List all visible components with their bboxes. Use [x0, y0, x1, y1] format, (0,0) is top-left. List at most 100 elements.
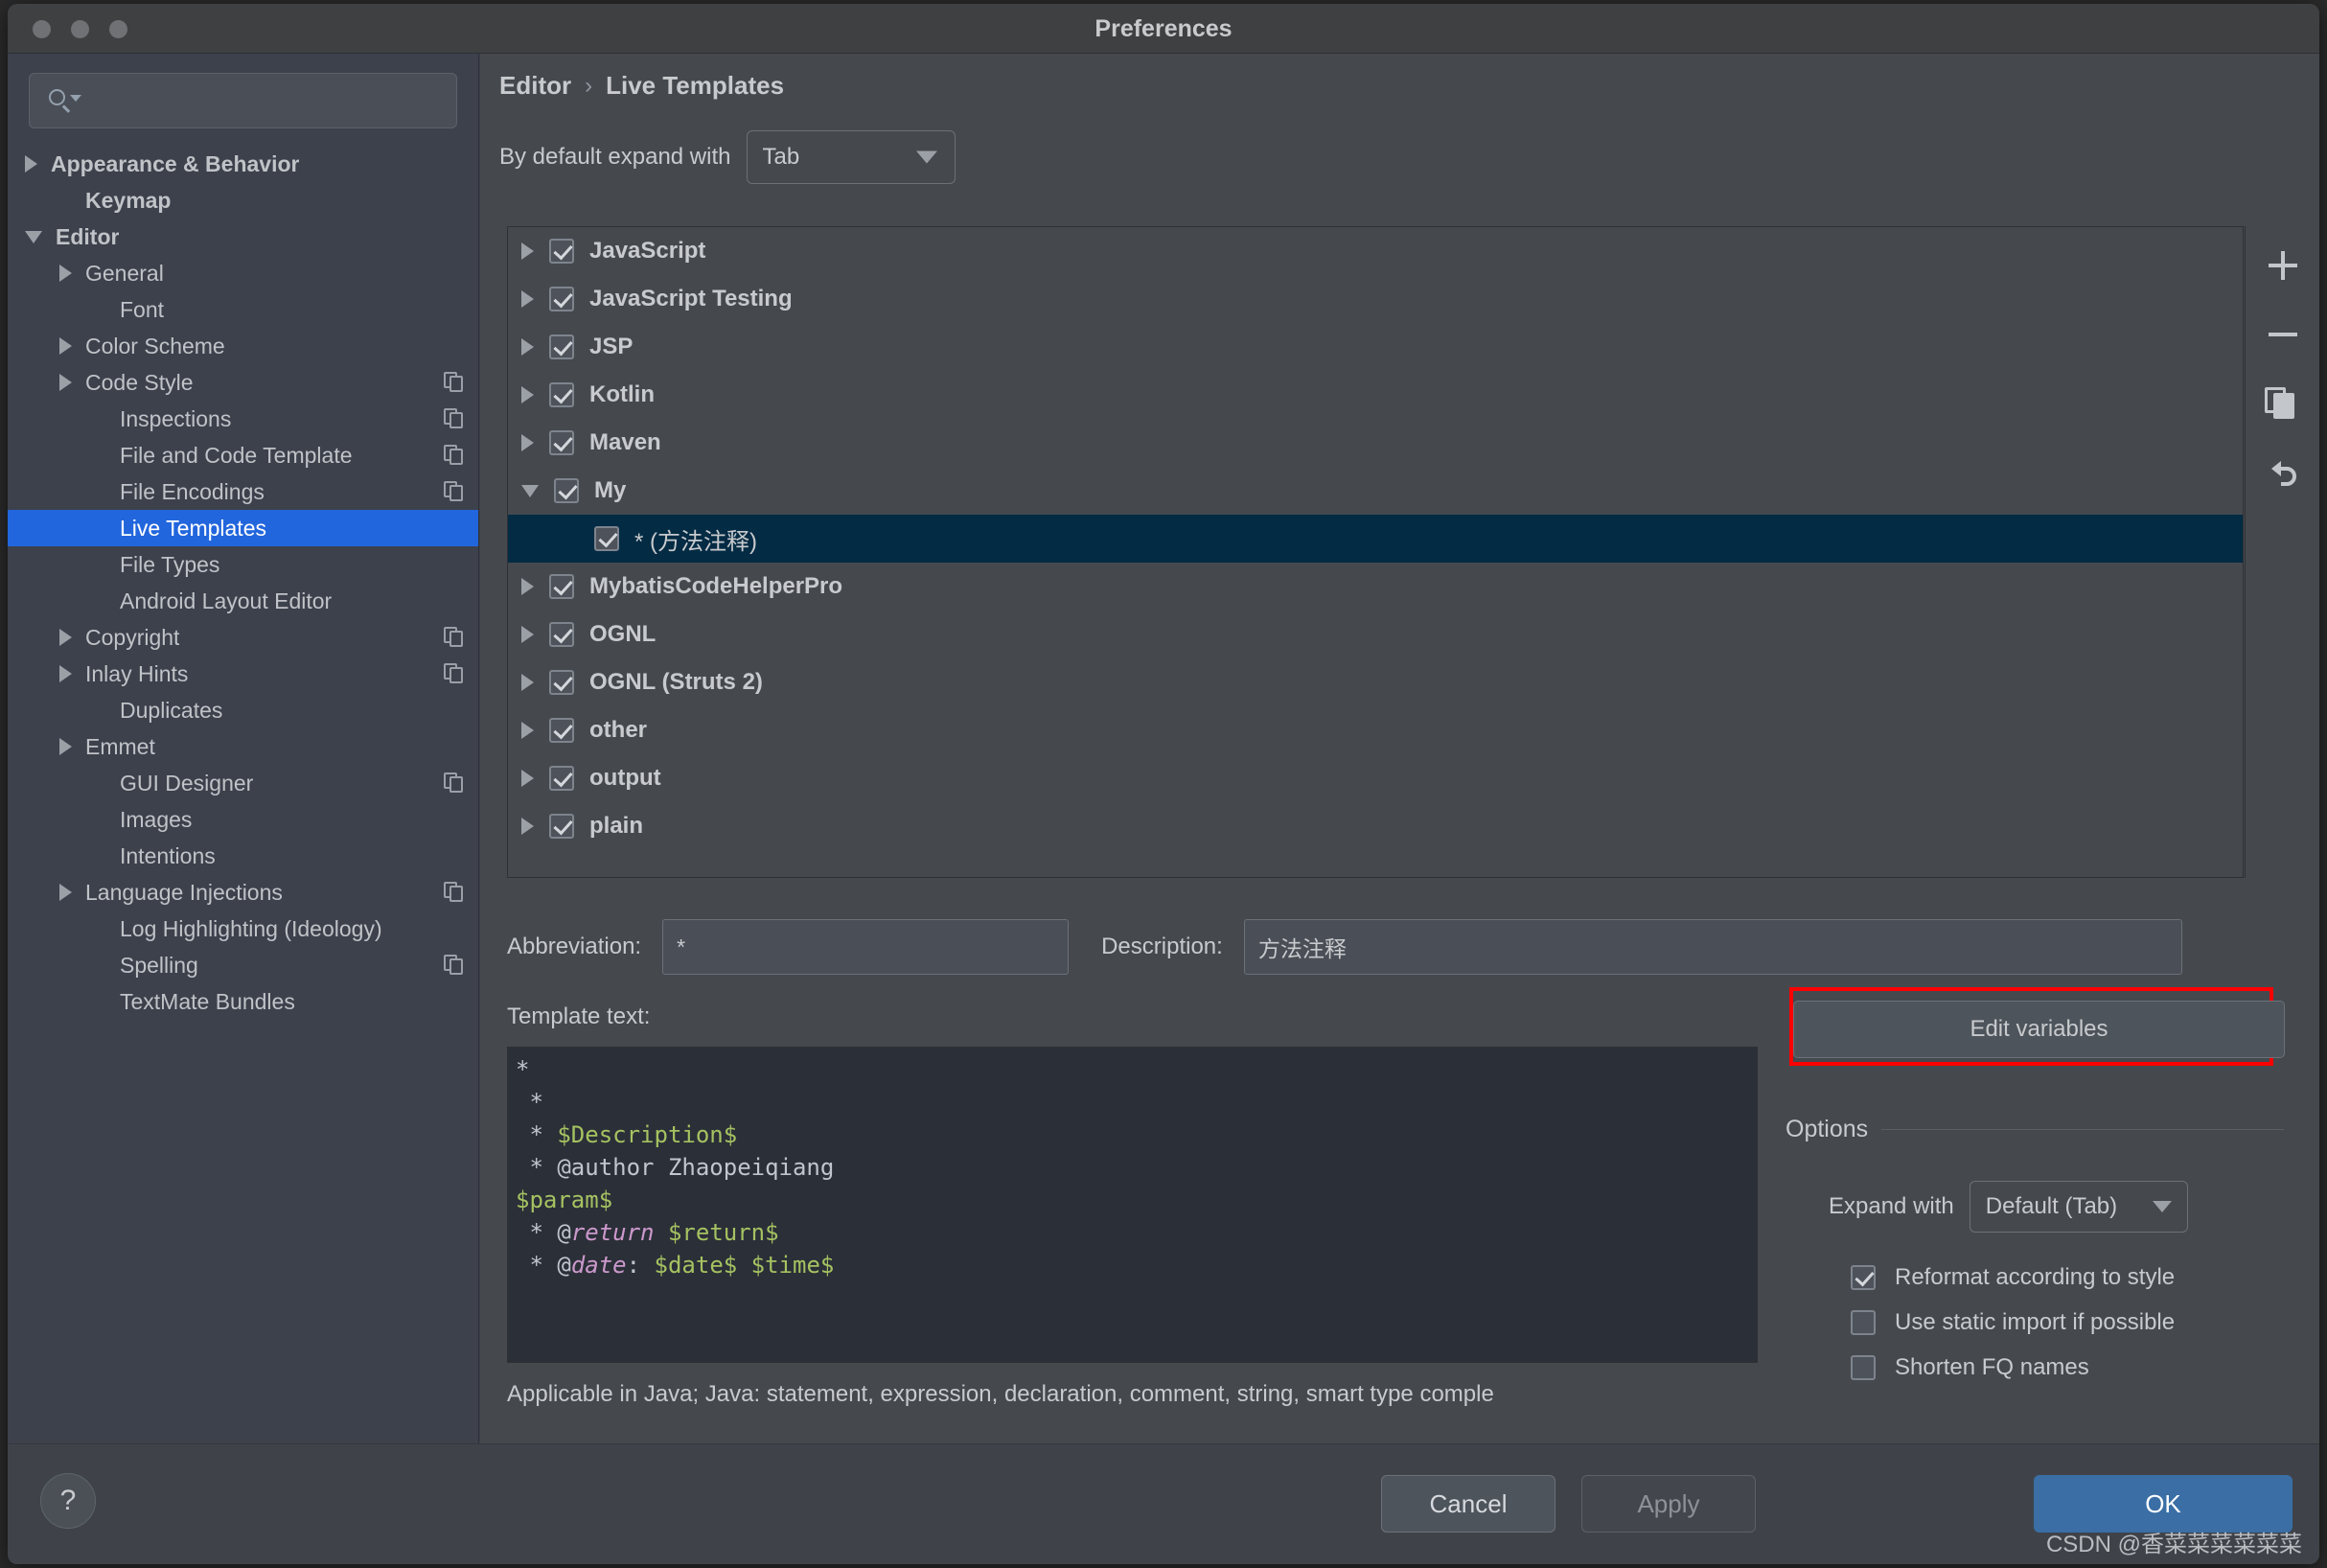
template-checkbox[interactable]: [549, 718, 574, 743]
template-group-row[interactable]: JavaScript Testing: [508, 275, 2243, 323]
abbreviation-input[interactable]: [662, 919, 1070, 975]
chevron-right-icon[interactable]: [521, 290, 534, 308]
sidebar-item-file-and-code-template[interactable]: File and Code Template: [8, 437, 478, 473]
sidebar-item-live-templates[interactable]: Live Templates: [8, 510, 478, 546]
chevron-down-icon[interactable]: [521, 484, 539, 497]
chevron-right-icon[interactable]: [59, 665, 72, 682]
sidebar-item-code-style[interactable]: Code Style: [8, 364, 478, 401]
option-row[interactable]: Use static import if possible: [1851, 1300, 2175, 1345]
template-group-row[interactable]: Kotlin: [508, 371, 2243, 419]
chevron-right-icon[interactable]: [521, 338, 534, 356]
template-group-row[interactable]: Maven: [508, 419, 2243, 467]
template-group-row[interactable]: JSP: [508, 323, 2243, 371]
sidebar-item-file-encodings[interactable]: File Encodings: [8, 473, 478, 510]
copy-icon[interactable]: [444, 481, 465, 502]
sidebar-item-file-types[interactable]: File Types: [8, 546, 478, 583]
template-group-row[interactable]: output: [508, 754, 2243, 802]
sidebar-item-inlay-hints[interactable]: Inlay Hints: [8, 656, 478, 692]
template-checkbox[interactable]: [549, 766, 574, 791]
chevron-right-icon[interactable]: [521, 722, 534, 739]
sidebar-item-keymap[interactable]: Keymap: [8, 182, 478, 219]
templates-toolbar[interactable]: [2245, 226, 2319, 878]
chevron-right-icon[interactable]: [59, 629, 72, 646]
sidebar-item-appearance-behavior[interactable]: Appearance & Behavior: [8, 146, 478, 182]
sidebar-tree[interactable]: Appearance & Behavior Keymap Editor General…: [8, 146, 478, 1020]
chevron-right-icon[interactable]: [59, 738, 72, 755]
template-checkbox[interactable]: [549, 287, 574, 311]
copy-icon[interactable]: [444, 372, 465, 393]
undo-icon[interactable]: [2261, 450, 2305, 495]
option-checkbox[interactable]: [1851, 1354, 1876, 1380]
template-checkbox[interactable]: [549, 574, 574, 599]
template-checkbox[interactable]: [549, 239, 574, 264]
ok-button[interactable]: OK: [2034, 1475, 2292, 1533]
template-group-row[interactable]: * (方法注释): [508, 515, 2243, 563]
sidebar-item-general[interactable]: General: [8, 255, 478, 291]
sidebar-item-inspections[interactable]: Inspections: [8, 401, 478, 437]
chevron-right-icon[interactable]: [59, 374, 72, 391]
template-group-row[interactable]: plain: [508, 802, 2243, 850]
template-checkbox[interactable]: [549, 670, 574, 695]
copy-icon[interactable]: [444, 955, 465, 976]
sidebar-item-editor[interactable]: Editor: [8, 219, 478, 255]
template-checkbox[interactable]: [549, 814, 574, 839]
copy-icon[interactable]: [444, 627, 465, 648]
chevron-right-icon[interactable]: [521, 434, 534, 451]
copy-icon[interactable]: [2261, 381, 2305, 426]
sidebar-item-android-layout-editor[interactable]: Android Layout Editor: [8, 583, 478, 619]
sidebar-item-spelling[interactable]: Spelling: [8, 947, 478, 983]
plus-icon[interactable]: [2261, 243, 2305, 288]
chevron-right-icon[interactable]: [59, 337, 72, 355]
chevron-down-icon[interactable]: [25, 230, 42, 243]
chevron-right-icon[interactable]: [521, 626, 534, 643]
sidebar-item-gui-designer[interactable]: GUI Designer: [8, 765, 478, 801]
chevron-right-icon[interactable]: [25, 155, 37, 173]
chevron-right-icon[interactable]: [59, 265, 72, 282]
template-checkbox[interactable]: [549, 334, 574, 359]
default-expand-select[interactable]: Tab: [746, 130, 956, 184]
sidebar-item-log-highlighting-ideology[interactable]: Log Highlighting (Ideology): [8, 911, 478, 947]
template-checkbox[interactable]: [594, 526, 619, 551]
cancel-button[interactable]: Cancel: [1381, 1475, 1555, 1533]
chevron-right-icon[interactable]: [521, 770, 534, 787]
copy-icon[interactable]: [444, 408, 465, 429]
chevron-right-icon[interactable]: [521, 578, 534, 595]
help-icon[interactable]: ?: [40, 1473, 96, 1529]
sidebar-item-color-scheme[interactable]: Color Scheme: [8, 328, 478, 364]
template-group-row[interactable]: OGNL: [508, 611, 2243, 658]
sidebar-item-language-injections[interactable]: Language Injections: [8, 874, 478, 911]
chevron-right-icon[interactable]: [521, 386, 534, 404]
template-group-row[interactable]: other: [508, 706, 2243, 754]
option-checkbox[interactable]: [1851, 1264, 1876, 1290]
breadcrumb-parent[interactable]: Editor: [499, 71, 571, 101]
option-row[interactable]: Reformat according to style: [1851, 1255, 2175, 1300]
apply-button[interactable]: Apply: [1581, 1475, 1756, 1533]
option-row[interactable]: Shorten FQ names: [1851, 1345, 2175, 1390]
minus-icon[interactable]: [2261, 312, 2305, 357]
template-group-row[interactable]: OGNL (Struts 2): [508, 658, 2243, 706]
template-checkbox[interactable]: [549, 430, 574, 455]
sidebar-item-textmate-bundles[interactable]: TextMate Bundles: [8, 983, 478, 1020]
settings-sidebar[interactable]: Appearance & Behavior Keymap Editor General…: [8, 54, 479, 1443]
copy-icon[interactable]: [444, 445, 465, 466]
chevron-right-icon[interactable]: [521, 818, 534, 835]
template-group-row[interactable]: My: [508, 467, 2243, 515]
template-checkbox[interactable]: [554, 478, 579, 503]
expand-with-select[interactable]: Default (Tab): [1969, 1181, 2188, 1233]
search-input[interactable]: [80, 88, 456, 113]
chevron-right-icon[interactable]: [59, 884, 72, 901]
template-checkbox[interactable]: [549, 382, 574, 407]
chevron-right-icon[interactable]: [521, 242, 534, 260]
sidebar-item-images[interactable]: Images: [8, 801, 478, 838]
sidebar-item-font[interactable]: Font: [8, 291, 478, 328]
template-checkbox[interactable]: [549, 622, 574, 647]
search-box[interactable]: [29, 73, 457, 128]
sidebar-item-emmet[interactable]: Emmet: [8, 728, 478, 765]
copy-icon[interactable]: [444, 772, 465, 794]
chevron-right-icon[interactable]: [521, 674, 534, 691]
sidebar-item-intentions[interactable]: Intentions: [8, 838, 478, 874]
edit-variables-button[interactable]: Edit variables: [1793, 1001, 2285, 1058]
sidebar-item-copyright[interactable]: Copyright: [8, 619, 478, 656]
template-group-row[interactable]: JavaScript: [508, 227, 2243, 275]
templates-list[interactable]: JavaScript JavaScript Testing JSP Kotlin Mav…: [507, 226, 2244, 878]
